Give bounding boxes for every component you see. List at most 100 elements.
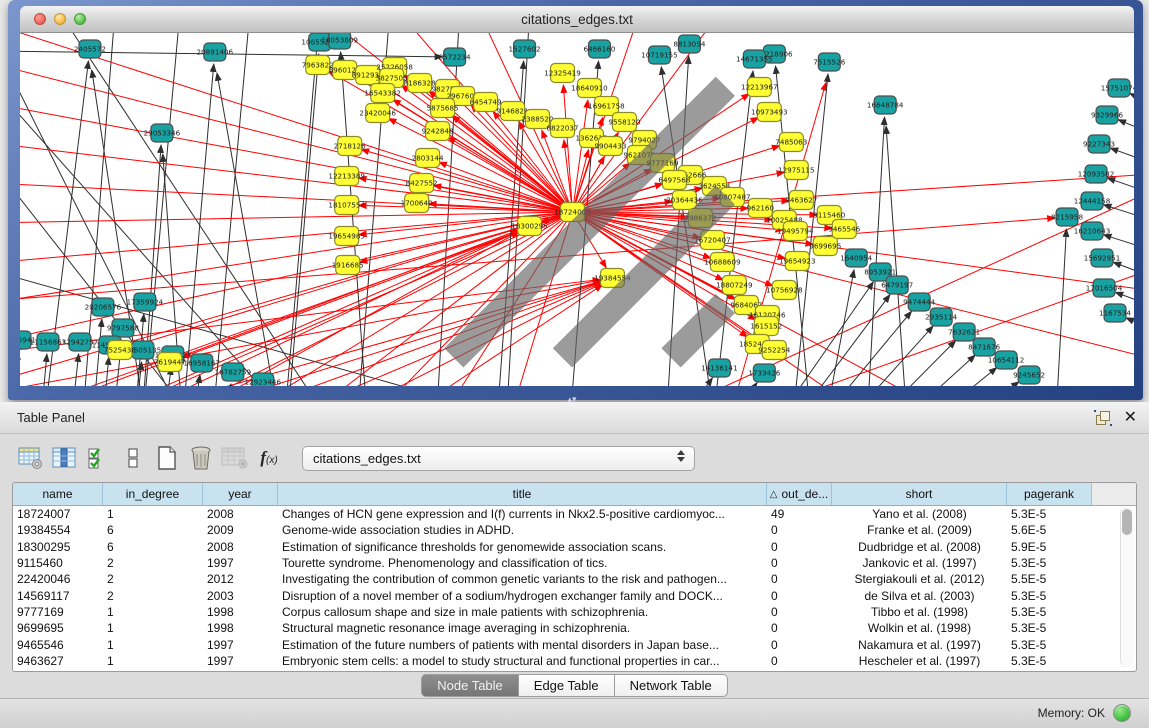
minimize-window-icon[interactable] — [54, 13, 66, 25]
function-builder-icon[interactable]: f(x) — [252, 442, 286, 474]
table-row[interactable]: 1938455462009Genome-wide association stu… — [13, 522, 1136, 538]
column-header-name[interactable]: name — [13, 483, 103, 505]
vertical-scrollbar[interactable] — [1120, 507, 1134, 667]
cell-title: Structural magnetic resonance image aver… — [278, 620, 767, 636]
cell-pagerank: 5.6E-5 — [1007, 522, 1092, 538]
scrollbar-thumb[interactable] — [1122, 509, 1132, 535]
network-view-window: citations_edges.txt 24055722089140610655… — [8, 0, 1143, 400]
tab-network-table[interactable]: Network Table — [615, 674, 728, 697]
tab-edge-table[interactable]: Edge Table — [519, 674, 615, 697]
column-header-filler — [1092, 483, 1136, 505]
cell-title: Investigating the contribution of common… — [278, 571, 767, 587]
cell-pagerank: 5.3E-5 — [1007, 604, 1092, 620]
table-panel-title: Table Panel — [0, 410, 85, 425]
cell-out_de: 0 — [767, 522, 832, 538]
cell-name: 19384554 — [13, 522, 103, 538]
column-header-short[interactable]: short — [832, 483, 1007, 505]
cell-in_degree: 2 — [103, 571, 203, 587]
column-header-in_degree[interactable]: in_degree — [103, 483, 203, 505]
delete-table-disabled-icon[interactable] — [218, 442, 252, 474]
cell-short: de Silva et al. (2003) — [832, 587, 1007, 603]
table-row[interactable]: 946554611997Estimation of the future num… — [13, 636, 1136, 652]
column-header-year[interactable]: year — [203, 483, 278, 505]
cell-in_degree: 1 — [103, 506, 203, 522]
cell-short: Nakamura et al. (1997) — [832, 636, 1007, 652]
table-selector-dropdown[interactable]: citations_edges.txt — [302, 446, 695, 471]
window-titlebar[interactable]: citations_edges.txt — [20, 6, 1134, 33]
node-table: namein_degreeyeartitle△out_de...shortpag… — [12, 482, 1137, 672]
column-header-title[interactable]: title — [278, 483, 767, 505]
cell-in_degree: 1 — [103, 604, 203, 620]
trash-icon[interactable] — [184, 442, 218, 474]
close-panel-icon[interactable]: ✕ — [1124, 411, 1137, 425]
table-row[interactable]: 2242004622012Investigating the contribut… — [13, 571, 1136, 587]
table-row[interactable]: 911546021997Tourette syndrome. Phenomeno… — [13, 555, 1136, 571]
cell-title: Genome-wide association studies in ADHD. — [278, 522, 767, 538]
cell-pagerank: 5.3E-5 — [1007, 587, 1092, 603]
table-row[interactable]: 969969511998Structural magnetic resonanc… — [13, 620, 1136, 636]
cell-short: Hescheler et al. (1997) — [832, 653, 1007, 669]
cell-year: 1998 — [203, 620, 278, 636]
cell-year: 2008 — [203, 539, 278, 555]
cell-in_degree: 1 — [103, 620, 203, 636]
table-row[interactable]: 946362711997Embryonic stem cells: a mode… — [13, 653, 1136, 669]
cell-title: Changes of HCN gene expression and I(f) … — [278, 506, 767, 522]
cell-name: 14569117 — [13, 587, 103, 603]
table-header-row: namein_degreeyeartitle△out_de...shortpag… — [13, 483, 1136, 506]
column-header-pagerank[interactable]: pagerank — [1007, 483, 1092, 505]
cell-pagerank: 5.3E-5 — [1007, 620, 1092, 636]
rows-icon[interactable] — [116, 442, 150, 474]
network-canvas[interactable]: 2405572208914061065525718053809857223415… — [20, 33, 1134, 386]
cell-name: 9777169 — [13, 604, 103, 620]
cell-year: 2008 — [203, 506, 278, 522]
zoom-window-icon[interactable] — [74, 13, 86, 25]
cell-short: Jankovic et al. (1997) — [832, 555, 1007, 571]
cell-title: Tourette syndrome. Phenomenology and cla… — [278, 555, 767, 571]
table-row[interactable]: 1872400712008Changes of HCN gene express… — [13, 506, 1136, 522]
cell-name: 9115460 — [13, 555, 103, 571]
cell-name: 9465546 — [13, 636, 103, 652]
table-toolbar: f(x) citations_edges.txt — [0, 434, 1149, 482]
cell-title: Corpus callosum shape and size in male p… — [278, 604, 767, 620]
table-tabs: Node TableEdge TableNetwork Table — [0, 674, 1149, 697]
window-title: citations_edges.txt — [521, 12, 633, 27]
cell-pagerank: 5.3E-5 — [1007, 555, 1092, 571]
new-document-icon[interactable] — [150, 442, 184, 474]
select-checks-icon[interactable] — [82, 442, 116, 474]
cell-title: Estimation of significance thresholds fo… — [278, 539, 767, 555]
table-row[interactable]: 1830029562008Estimation of significance … — [13, 539, 1136, 555]
table-body: 1872400712008Changes of HCN gene express… — [13, 506, 1136, 669]
cell-in_degree: 1 — [103, 636, 203, 652]
tab-node-table[interactable]: Node Table — [421, 674, 519, 697]
cell-out_de: 0 — [767, 555, 832, 571]
cell-name: 18300295 — [13, 539, 103, 555]
cell-out_de: 0 — [767, 587, 832, 603]
cell-short: Yano et al. (2008) — [832, 506, 1007, 522]
cell-pagerank: 5.3E-5 — [1007, 636, 1092, 652]
cell-year: 2009 — [203, 522, 278, 538]
cell-year: 1997 — [203, 653, 278, 669]
cell-in_degree: 6 — [103, 539, 203, 555]
memory-status-icon[interactable] — [1113, 704, 1131, 722]
status-bar: Memory: OK — [0, 698, 1149, 728]
cell-name: 9699695 — [13, 620, 103, 636]
cell-title: Disruption of a novel member of a sodium… — [278, 587, 767, 603]
cell-out_de: 49 — [767, 506, 832, 522]
column-select-icon[interactable] — [48, 442, 82, 474]
float-window-icon[interactable] — [1096, 411, 1110, 425]
column-header-out_de[interactable]: △out_de... — [767, 483, 832, 505]
close-window-icon[interactable] — [34, 13, 46, 25]
cell-year: 2012 — [203, 571, 278, 587]
cell-title: Embryonic stem cells: a model to study s… — [278, 653, 767, 669]
cell-name: 22420046 — [13, 571, 103, 587]
cell-in_degree: 1 — [103, 653, 203, 669]
resize-grip-icon[interactable] — [20, 33, 1133, 385]
cell-short: Dudbridge et al. (2008) — [832, 539, 1007, 555]
cell-out_de: 0 — [767, 539, 832, 555]
cell-pagerank: 5.5E-5 — [1007, 571, 1092, 587]
table-row[interactable]: 1456911722003Disruption of a novel membe… — [13, 587, 1136, 603]
table-row[interactable]: 977716911998Corpus callosum shape and si… — [13, 604, 1136, 620]
cell-short: Franke et al. (2009) — [832, 522, 1007, 538]
cell-in_degree: 6 — [103, 522, 203, 538]
table-settings-icon[interactable] — [14, 442, 48, 474]
